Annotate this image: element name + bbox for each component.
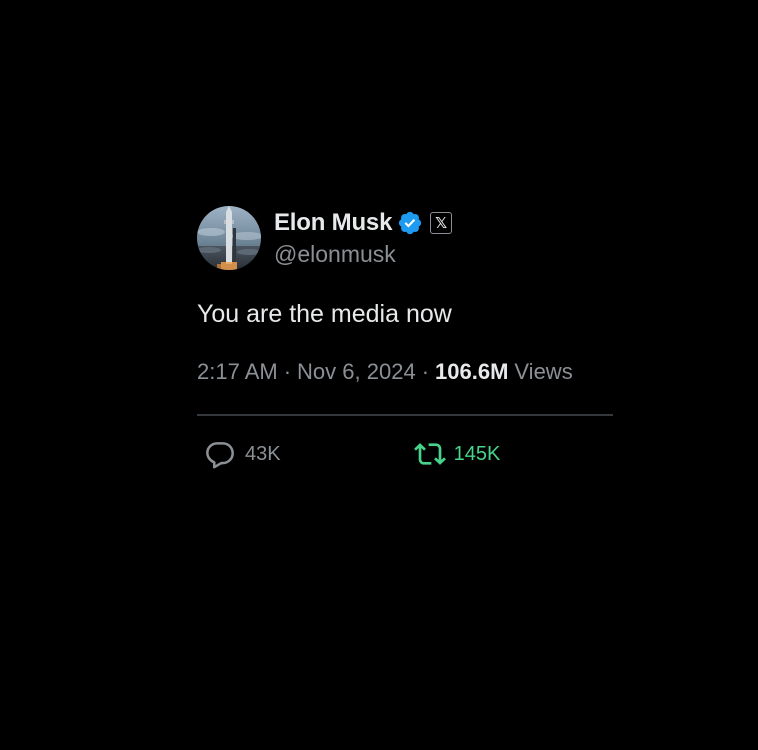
name-row: Elon Musk 𝕏 — [274, 208, 453, 238]
tweet-text: You are the media now — [197, 300, 452, 328]
repost-button[interactable]: 145K — [413, 438, 501, 470]
avatar[interactable] — [197, 206, 261, 270]
x-affiliate-badge[interactable]: 𝕏 — [430, 212, 453, 234]
tweet-date[interactable]: Nov 6, 2024 — [297, 359, 416, 385]
display-name[interactable]: Elon Musk — [274, 209, 392, 237]
starship-rocket-avatar-icon — [197, 206, 261, 270]
tweet-meta: 2:17 AM · Nov 6, 2024 · 106.6M Views — [197, 359, 613, 385]
repost-icon — [413, 438, 447, 470]
views-count: 106.6M — [435, 359, 509, 384]
divider — [197, 414, 613, 416]
tweet-header: Elon Musk 𝕏 @elonmusk — [197, 206, 613, 270]
reply-bubble-icon — [204, 438, 236, 470]
repost-count: 145K — [453, 442, 501, 465]
tweet-card[interactable]: Elon Musk 𝕏 @elonmusk You are the media … — [197, 206, 613, 470]
reply-button[interactable]: 43K — [204, 438, 281, 470]
action-bar: 43K 145K — [197, 438, 613, 470]
tweet-time[interactable]: 2:17 AM — [197, 359, 278, 385]
handle[interactable]: @elonmusk — [274, 241, 452, 268]
views-label: Views — [514, 359, 573, 384]
meta-separator: · — [421, 359, 430, 384]
author-names: Elon Musk 𝕏 @elonmusk — [274, 208, 453, 268]
meta-separator: · — [283, 359, 292, 384]
verified-badge-icon[interactable] — [397, 210, 423, 236]
screen: Elon Musk 𝕏 @elonmusk You are the media … — [0, 0, 758, 750]
reply-count: 43K — [245, 442, 281, 465]
